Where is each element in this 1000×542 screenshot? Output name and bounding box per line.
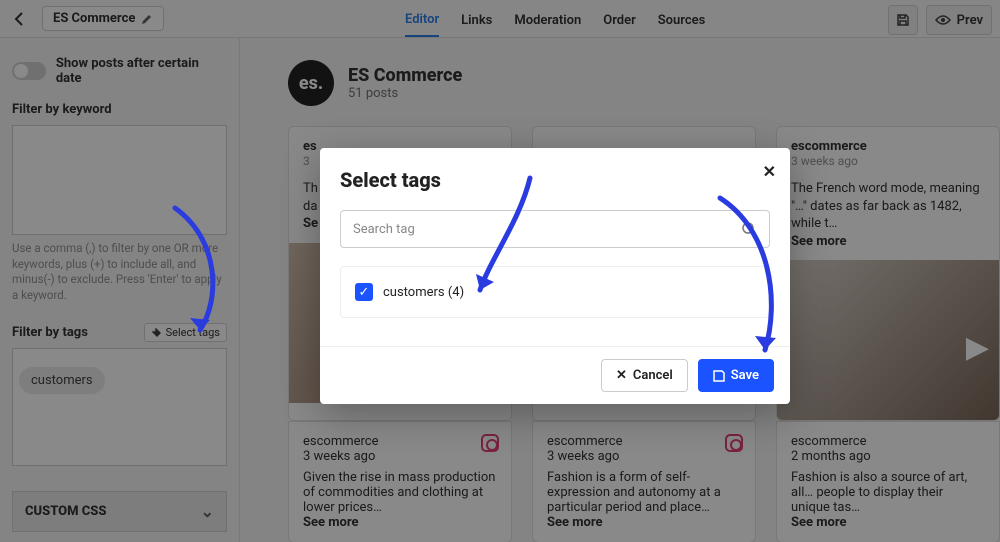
post-card[interactable]: escommerce 2 months ago Fashion is also … bbox=[776, 421, 1000, 542]
see-more-link[interactable]: See more bbox=[791, 234, 847, 249]
preview-label: Prev bbox=[957, 13, 983, 28]
sidebar: Show posts after certain date Filter by … bbox=[0, 38, 240, 542]
checkbox-checked-icon[interactable]: ✓ bbox=[355, 283, 373, 301]
instagram-icon bbox=[725, 434, 743, 452]
post-user: escommerce bbox=[547, 434, 741, 449]
arrow-left-icon bbox=[12, 11, 28, 27]
post-card[interactable]: escommerce 3 weeks ago The French word m… bbox=[776, 126, 1000, 421]
see-more-link[interactable]: See more bbox=[791, 515, 985, 530]
save-button[interactable]: Save bbox=[698, 359, 774, 392]
brand-name: ES Commerce bbox=[348, 65, 462, 86]
modal-title: Select tags bbox=[340, 168, 770, 192]
post-user: escommerce bbox=[303, 434, 497, 449]
project-name: ES Commerce bbox=[53, 11, 135, 26]
applied-tags-box: customers bbox=[12, 348, 227, 466]
search-placeholder: Search tag bbox=[353, 222, 415, 237]
search-icon bbox=[741, 221, 757, 237]
cancel-button[interactable]: ✕ Cancel bbox=[601, 359, 688, 392]
see-more-link[interactable]: See more bbox=[303, 515, 497, 530]
nav-editor[interactable]: Editor bbox=[405, 2, 439, 37]
select-tags-label: Select tags bbox=[166, 326, 220, 339]
post-time: 3 weeks ago bbox=[791, 154, 985, 168]
preview-button[interactable]: Prev bbox=[926, 5, 992, 35]
close-button[interactable]: ✕ bbox=[763, 162, 776, 181]
post-card[interactable]: escommerce 3 weeks ago Fashion is a form… bbox=[532, 421, 756, 542]
show-posts-after-date-label: Show posts after certain date bbox=[56, 56, 227, 86]
select-tags-modal: ✕ Select tags Search tag ✓ customers (4)… bbox=[320, 148, 790, 404]
post-count: 51 posts bbox=[348, 86, 462, 101]
floppy-icon bbox=[713, 370, 725, 382]
floppy-icon bbox=[896, 13, 910, 27]
post-time: 3 weeks ago bbox=[547, 449, 741, 464]
back-button[interactable] bbox=[8, 7, 32, 31]
nav-order[interactable]: Order bbox=[603, 3, 636, 36]
play-icon: ▶ bbox=[966, 330, 989, 365]
topbar: ES Commerce Editor Links Moderation Orde… bbox=[0, 0, 1000, 38]
post-time: 2 months ago bbox=[791, 449, 985, 464]
chevron-down-icon: ⌄ bbox=[201, 502, 214, 521]
applied-tag-chip[interactable]: customers bbox=[19, 367, 105, 394]
filter-keyword-input[interactable] bbox=[12, 125, 227, 235]
select-tags-button[interactable]: Select tags bbox=[144, 323, 227, 342]
x-icon: ✕ bbox=[616, 368, 627, 383]
post-card[interactable]: escommerce 3 weeks ago Given the rise in… bbox=[288, 421, 512, 542]
see-more-link[interactable]: See more bbox=[547, 515, 741, 530]
post-user: escommerce bbox=[791, 434, 985, 449]
nav-sources[interactable]: Sources bbox=[658, 3, 706, 36]
pencil-icon bbox=[141, 13, 153, 25]
post-user: escommerce bbox=[791, 139, 985, 154]
filter-by-keyword-label: Filter by keyword bbox=[12, 102, 227, 117]
tag-search-input[interactable]: Search tag bbox=[340, 210, 770, 248]
filter-by-tags-label: Filter by tags bbox=[12, 325, 88, 340]
save-disk-button[interactable] bbox=[888, 5, 918, 35]
tag-icon bbox=[151, 327, 162, 338]
see-more-link[interactable]: Se bbox=[303, 216, 318, 231]
project-name-pill[interactable]: ES Commerce bbox=[42, 6, 164, 31]
filter-keyword-hint: Use a comma (,) to filter by one OR more… bbox=[12, 241, 227, 303]
show-posts-after-date-toggle[interactable] bbox=[12, 62, 46, 80]
nav-moderation[interactable]: Moderation bbox=[514, 3, 581, 36]
tag-option-label: customers (4) bbox=[383, 285, 464, 300]
post-video[interactable]: ▶ bbox=[777, 260, 999, 420]
instagram-icon bbox=[481, 434, 499, 452]
custom-css-label: CUSTOM CSS bbox=[25, 504, 106, 519]
eye-icon bbox=[935, 14, 951, 26]
post-time: 3 weeks ago bbox=[303, 449, 497, 464]
nav-links[interactable]: Links bbox=[461, 3, 492, 36]
tag-option-customers[interactable]: ✓ customers (4) bbox=[340, 266, 770, 318]
main-nav: Editor Links Moderation Order Sources bbox=[405, 0, 705, 38]
custom-css-section-toggle[interactable]: CUSTOM CSS ⌄ bbox=[12, 491, 227, 532]
brand-avatar: es. bbox=[288, 60, 334, 106]
